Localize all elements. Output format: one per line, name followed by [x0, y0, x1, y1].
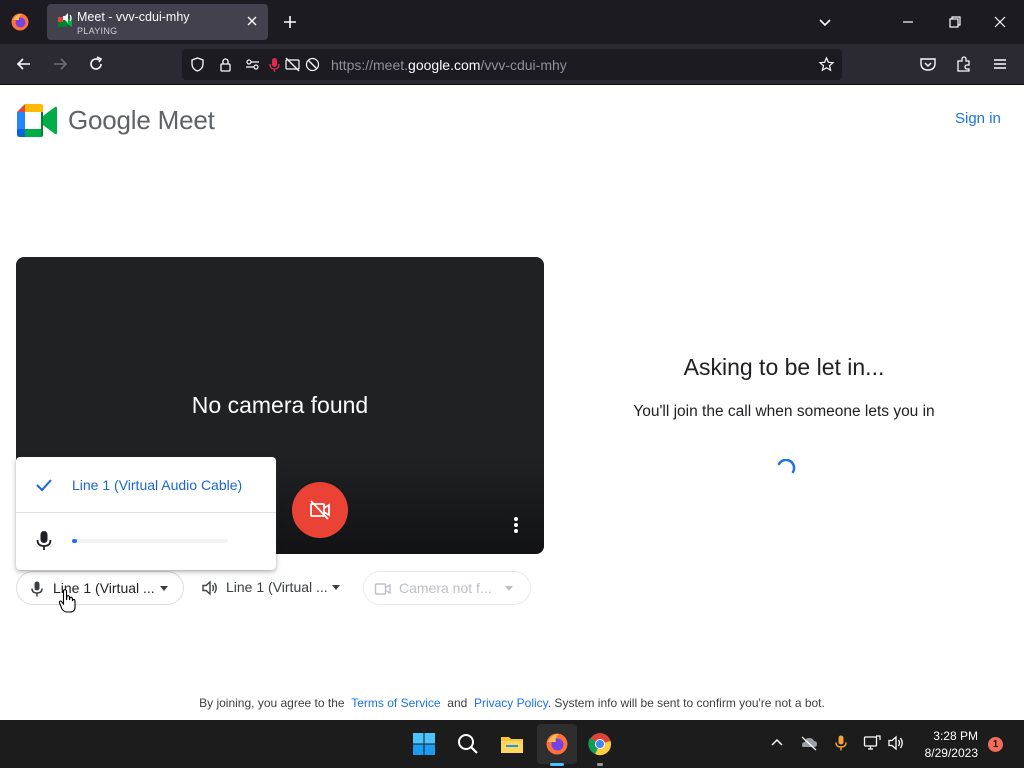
forward-icon[interactable]: [50, 54, 70, 74]
camera-blocked-icon[interactable]: [284, 56, 301, 73]
volume-icon[interactable]: [887, 734, 905, 752]
permissions-icon[interactable]: [244, 56, 261, 73]
loading-spinner-icon: [777, 459, 796, 474]
new-tab-icon[interactable]: [280, 12, 300, 32]
more-options-icon[interactable]: [506, 515, 526, 535]
hand-cursor-icon: [58, 589, 76, 613]
tab-meet[interactable]: Meet - vvv-cdui-mhy PLAYING: [47, 4, 268, 40]
lobby-subtitle: You'll join the call when someone lets y…: [633, 403, 935, 420]
checkmark-icon: [36, 479, 52, 492]
restore-icon[interactable]: [945, 12, 965, 32]
microphone-in-use-icon[interactable]: [832, 734, 850, 752]
microphone-option-label: Line 1 (Virtual Audio Cable): [72, 477, 243, 493]
video-camera-icon: [374, 583, 391, 595]
dropdown-arrow-icon: [160, 586, 168, 591]
speaker-playing-icon[interactable]: [62, 12, 74, 24]
show-hidden-icons-icon[interactable]: [768, 734, 786, 752]
microphone-active-icon[interactable]: [266, 56, 283, 73]
tab-status: PLAYING: [77, 26, 118, 36]
bookmark-star-icon[interactable]: [818, 56, 835, 73]
firefox-taskbar-icon[interactable]: [545, 732, 569, 756]
close-tab-icon[interactable]: [245, 14, 259, 28]
footer-prefix: By joining, you agree to the: [199, 696, 345, 710]
footer-and: and: [447, 696, 468, 710]
lobby-title: Asking to be let in...: [683, 354, 885, 380]
firefox-icon[interactable]: [10, 12, 30, 32]
url-prefix: https://meet.: [331, 57, 409, 73]
camera-toggle-button[interactable]: [292, 482, 348, 538]
chrome-taskbar-icon[interactable]: [588, 732, 612, 756]
shield-icon[interactable]: [189, 56, 206, 73]
microphone-level-icon: [36, 531, 52, 550]
browser-tab-bar: Meet - vvv-cdui-mhy PLAYING: [0, 0, 1024, 44]
speaker-icon: [202, 580, 217, 596]
microphone-level-fill: [72, 539, 77, 543]
dropdown-arrow-icon: [505, 586, 513, 591]
reload-icon[interactable]: [86, 54, 106, 74]
close-window-icon[interactable]: [990, 12, 1010, 32]
sign-in-link[interactable]: Sign in: [955, 110, 1001, 127]
microphone-select-button[interactable]: Line 1 (Virtual ...: [16, 571, 184, 605]
dropdown-arrow-icon: [332, 585, 340, 590]
terms-footer: By joining, you agree to the Terms of Se…: [0, 696, 1024, 710]
file-explorer-icon[interactable]: [500, 732, 524, 756]
url-domain: google.com: [408, 57, 481, 73]
clock-time[interactable]: 3:28 PM: [910, 729, 978, 743]
chrome-running-indicator: [597, 763, 603, 766]
windows-taskbar: 3:28 PM 8/29/2023 1: [0, 720, 1024, 768]
minimize-icon[interactable]: [898, 12, 918, 32]
menu-hamburger-icon[interactable]: [990, 54, 1010, 74]
microphone-dropdown-menu: Line 1 (Virtual Audio Cable): [16, 457, 276, 570]
extensions-icon[interactable]: [954, 54, 974, 74]
search-icon[interactable]: [456, 732, 480, 756]
meet-page: Google Meet Sign in No camera found Aski…: [0, 85, 1024, 720]
terms-of-service-link[interactable]: Terms of Service: [351, 696, 440, 710]
notification-badge[interactable]: 1: [988, 737, 1003, 752]
microphone-icon: [31, 581, 43, 597]
camera-off-icon: [310, 500, 330, 520]
back-icon[interactable]: [14, 54, 34, 74]
speaker-select-button[interactable]: Line 1 (Virtual ...: [191, 571, 353, 605]
firefox-active-indicator: [550, 763, 564, 766]
onedrive-offline-icon[interactable]: [800, 734, 818, 752]
lock-icon[interactable]: [217, 56, 234, 73]
microphone-level-meter: [72, 539, 228, 543]
url-text[interactable]: https://meet.google.com/vvv-cdui-mhy: [331, 57, 567, 73]
footer-suffix: . System info will be sent to confirm yo…: [547, 696, 825, 710]
windows-start-icon[interactable]: [412, 732, 436, 756]
list-tabs-icon[interactable]: [815, 12, 835, 32]
network-icon[interactable]: [863, 734, 881, 752]
tab-title: Meet - vvv-cdui-mhy: [77, 10, 190, 24]
camera-select-label: Camera not f...: [399, 580, 492, 596]
url-bar[interactable]: https://meet.google.com/vvv-cdui-mhy: [182, 49, 842, 80]
no-camera-message: No camera found: [191, 392, 369, 418]
camera-select-button[interactable]: Camera not f...: [363, 571, 531, 605]
autoplay-blocked-icon[interactable]: [304, 56, 321, 73]
browser-nav-bar: https://meet.google.com/vvv-cdui-mhy: [0, 44, 1024, 85]
privacy-policy-link[interactable]: Privacy Policy: [474, 696, 548, 710]
pocket-icon[interactable]: [918, 54, 938, 74]
google-meet-wordmark: Google Meet: [68, 105, 215, 135]
speaker-select-label: Line 1 (Virtual ...: [226, 579, 328, 595]
url-path: /vvv-cdui-mhy: [480, 57, 567, 73]
microphone-option[interactable]: Line 1 (Virtual Audio Cable): [16, 457, 276, 513]
google-meet-logo-icon: [17, 104, 57, 137]
clock-date[interactable]: 8/29/2023: [910, 746, 978, 760]
